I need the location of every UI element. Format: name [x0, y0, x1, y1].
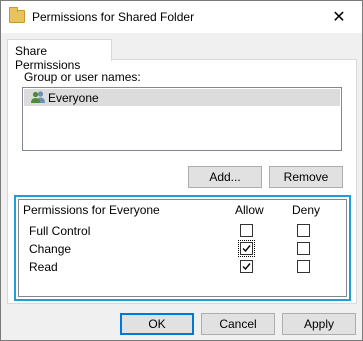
cancel-button[interactable]: Cancel: [201, 313, 275, 335]
permissions-header: Permissions for Everyone: [23, 203, 160, 217]
permission-label-change: Change: [29, 242, 72, 256]
apply-button[interactable]: Apply: [282, 313, 356, 335]
close-button[interactable]: ✕: [316, 1, 362, 32]
dialog-window: Permissions for Shared Folder ✕ Share Pe…: [0, 0, 363, 341]
title-bar[interactable]: Permissions for Shared Folder ✕: [1, 1, 362, 33]
read-deny-checkbox[interactable]: [297, 260, 310, 273]
list-item-everyone[interactable]: Everyone: [24, 89, 340, 106]
permission-label-read: Read: [29, 260, 58, 274]
ok-button[interactable]: OK: [120, 313, 194, 335]
tab-share-permissions[interactable]: Share Permissions: [7, 39, 112, 72]
window-title: Permissions for Shared Folder: [32, 10, 195, 24]
add-button[interactable]: Add...: [188, 166, 262, 188]
checkmark-icon: [242, 245, 251, 253]
checkmark-icon: [242, 263, 251, 271]
group-list-label: Group or user names:: [24, 70, 141, 84]
tab-label: Share Permissions: [15, 44, 81, 72]
change-allow-checkbox[interactable]: [238, 240, 255, 257]
permissions-highlight-frame: Permissions for Everyone Allow Deny Full…: [14, 195, 351, 301]
user-name: Everyone: [48, 91, 99, 105]
change-deny-checkbox[interactable]: [297, 242, 310, 255]
close-icon: ✕: [332, 8, 346, 26]
deny-column-header: Deny: [292, 203, 321, 217]
user-list[interactable]: Everyone: [22, 87, 342, 151]
tab-panel: Group or user names: Everyone Add... Rem…: [7, 59, 357, 304]
full-control-allow-checkbox[interactable]: [240, 224, 253, 237]
users-group-icon: [30, 90, 46, 104]
allow-column-header: Allow: [235, 203, 264, 217]
folder-icon: [9, 7, 25, 23]
permission-label-full-control: Full Control: [29, 224, 91, 238]
read-allow-checkbox[interactable]: [240, 260, 253, 273]
full-control-deny-checkbox[interactable]: [297, 224, 310, 237]
permissions-table: Permissions for Everyone Allow Deny Full…: [18, 199, 347, 297]
remove-button[interactable]: Remove: [269, 166, 343, 188]
